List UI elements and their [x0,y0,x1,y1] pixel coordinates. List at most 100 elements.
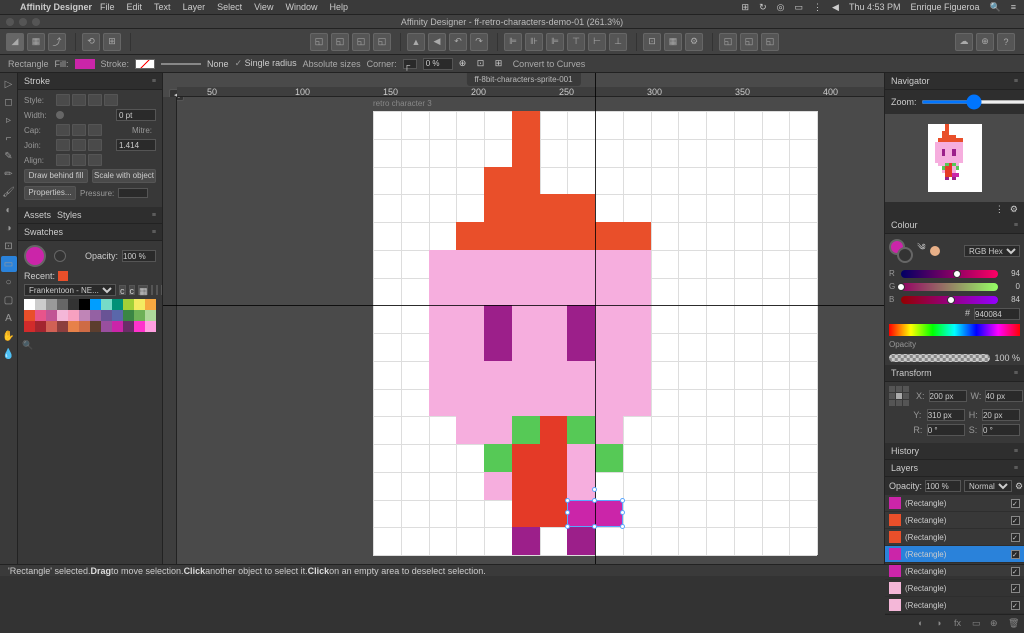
draw-behind-fill[interactable]: Draw behind fill [24,169,88,183]
swatch[interactable] [145,321,156,332]
zoom-slider[interactable] [921,100,1024,104]
rectangle-tool[interactable]: ▭ [1,256,17,272]
layer-settings-icon[interactable]: ⚙ [1015,481,1023,492]
swatch[interactable] [35,299,46,310]
store-icon[interactable]: ⊕ [976,33,994,51]
history-header[interactable]: History≡ [885,443,1024,460]
opacity-slider[interactable] [889,354,990,362]
menu-text[interactable]: Text [154,2,171,12]
corner-value[interactable] [423,58,453,70]
dropbox-icon[interactable]: ⊞ [742,2,750,13]
swatch[interactable] [90,321,101,332]
preferences[interactable]: ⚙ [685,33,703,51]
fx-icon[interactable]: fx [954,618,966,630]
swatch[interactable] [134,310,145,321]
swatch[interactable] [79,321,90,332]
palette-grey[interactable] [156,285,158,295]
swatch[interactable] [24,321,35,332]
layer-visibility[interactable] [1011,516,1020,525]
swatch[interactable] [90,310,101,321]
swatch[interactable] [134,299,145,310]
mitre-input[interactable] [116,139,156,151]
insert-inside[interactable]: ◱ [740,33,758,51]
align-outside[interactable] [88,154,102,166]
menu-file[interactable]: File [100,2,115,12]
arrange-backward[interactable]: ◱ [331,33,349,51]
swatch[interactable] [57,299,68,310]
traffic-lights[interactable] [6,18,40,26]
hex-input[interactable] [974,308,1020,320]
current-stroke-swatch[interactable] [54,250,66,262]
stroke-swatch[interactable] [135,59,155,69]
assets-styles-tabs[interactable]: AssetsStyles≡ [18,207,162,224]
transform-r[interactable] [927,424,965,436]
snap-toggle[interactable]: ⊡ [643,33,661,51]
swatches-opacity[interactable] [122,250,156,262]
rotate-cw[interactable]: ↷ [470,33,488,51]
swatch[interactable] [112,310,123,321]
picker-icon[interactable]: ༄ [917,238,926,263]
swatch[interactable] [123,310,134,321]
node-tool[interactable]: ▹ [1,112,17,128]
swatch[interactable] [145,299,156,310]
persona-export[interactable]: ⤴ [48,33,66,51]
layer-visibility[interactable] [1011,601,1020,610]
transform-y[interactable] [927,409,965,421]
insert-behind[interactable]: ◱ [761,33,779,51]
swatch[interactable] [24,299,35,310]
swatch[interactable] [24,310,35,321]
mask-icon[interactable]: ◐ [918,618,930,630]
swatch[interactable] [145,310,156,321]
help-icon[interactable]: ? [997,33,1015,51]
swatch[interactable] [112,299,123,310]
sync-icon[interactable]: ↻ [759,2,767,13]
cap-round[interactable] [72,124,86,136]
search-icon[interactable]: 🔍 [22,340,33,350]
corner-tl[interactable]: ⊕ [459,58,471,70]
pen-tool[interactable]: ✎ [1,148,17,164]
swatch[interactable] [68,299,79,310]
stroke-properties[interactable]: Properties... [24,186,76,200]
stroke-panel-header[interactable]: Stroke≡ [18,73,162,90]
adjustment-icon[interactable]: ◑ [936,618,948,630]
align-inside[interactable] [72,154,86,166]
stroke-dash[interactable] [88,94,102,106]
delete-layer-icon[interactable]: 🗑 [1008,618,1020,630]
convert-curves[interactable]: Convert to Curves [513,59,586,69]
menu-select[interactable]: Select [217,2,242,12]
join-bevel[interactable] [88,139,102,151]
fill-swatch[interactable] [75,59,95,69]
swatch[interactable] [35,310,46,321]
layer-opacity[interactable] [925,480,961,492]
swatch[interactable] [57,321,68,332]
swatch[interactable] [46,310,57,321]
layer-row[interactable]: (Rectangle) [885,546,1024,563]
menu-edit[interactable]: Edit [127,2,143,12]
scale-with-object[interactable]: Scale with object [92,169,156,183]
swatch[interactable] [123,299,134,310]
add-layer-icon[interactable]: ⊕ [990,618,1002,630]
corner-tr[interactable]: ⊡ [477,58,489,70]
navigator-preview[interactable] [885,114,1024,202]
join-miter[interactable] [56,139,70,151]
absolute-sizes[interactable]: Absolute sizes [303,59,361,69]
align-center-h[interactable]: ⊪ [525,33,543,51]
account-icon[interactable]: ☁ [955,33,973,51]
cc-icon[interactable]: ◎ [777,2,785,13]
layer-row[interactable]: (Rectangle) [885,495,1024,512]
blend-mode[interactable]: Normal [964,480,1012,492]
battery-icon[interactable]: ▭ [795,2,804,13]
palette-none[interactable]: ▦ [138,285,148,295]
navigator-header[interactable]: Navigator≡ [885,73,1024,90]
corner-bl[interactable]: ⊞ [495,58,507,70]
palette-white[interactable] [151,285,153,295]
align-bottom[interactable]: ⊥ [609,33,627,51]
swatch[interactable] [35,321,46,332]
layer-visibility[interactable] [1011,533,1020,542]
swatch[interactable] [134,321,145,332]
pencil-tool[interactable]: ✏ [1,166,17,182]
swatch[interactable] [101,299,112,310]
red-slider[interactable] [901,270,998,278]
transform-w[interactable] [985,390,1023,402]
stroke-solid[interactable] [72,94,86,106]
